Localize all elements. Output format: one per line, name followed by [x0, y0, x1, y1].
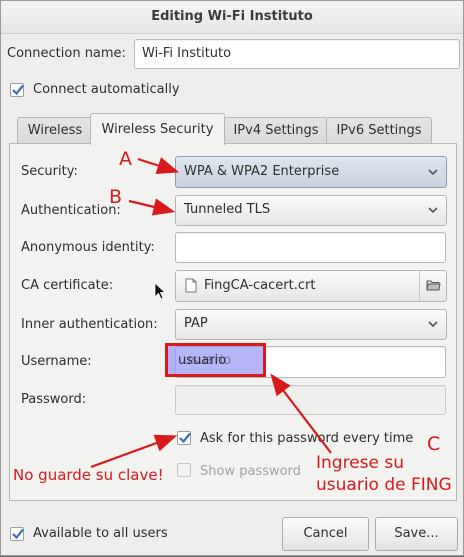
arrow-b — [128, 198, 176, 216]
annotation-b: B — [109, 186, 123, 208]
dialog-window: Editing Wi-Fi Instituto Connection name:… — [0, 0, 464, 556]
tab-wireless-security[interactable]: Wireless Security — [90, 113, 225, 145]
annotation-no-save: No guarde su clave! — [13, 466, 164, 484]
annotation-c: C — [427, 433, 441, 455]
arrow-no-save — [90, 434, 178, 469]
annotation-enter-user-line2: usuario de FING — [316, 475, 452, 495]
arrow-username — [270, 373, 332, 454]
tab-wireless-security-label: Wireless Security — [101, 122, 214, 137]
arrow-a — [137, 157, 180, 174]
annotation-enter-user-line1: Ingrese su — [316, 453, 405, 473]
annotation-a: A — [119, 148, 132, 170]
